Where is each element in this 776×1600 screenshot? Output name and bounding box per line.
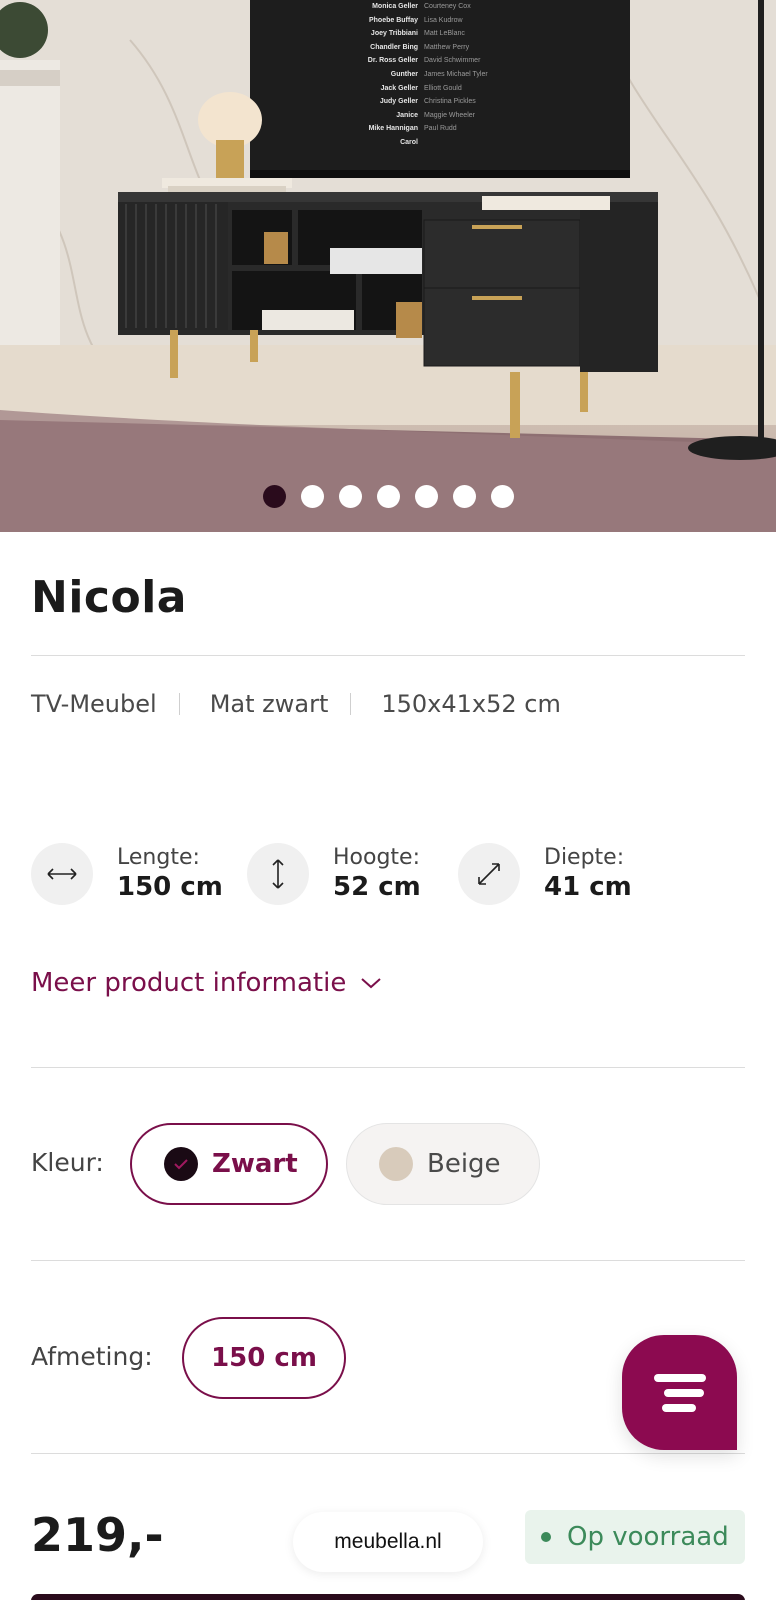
credit-role: Joey Tribbiani (370, 30, 418, 38)
credit-actor: Matt LeBlanc (424, 30, 465, 38)
credit-role: Jack Geller (380, 84, 418, 92)
length-value: 150 cm (117, 872, 223, 902)
credit-actor: Courteney Cox (424, 3, 471, 10)
site-domain: meubella.nl (293, 1512, 483, 1572)
chevron-down-icon (361, 978, 381, 989)
product-title: Nicola (31, 572, 187, 623)
credit-actor: Maggie Wheeler (424, 111, 475, 119)
product-price: 219,- (31, 1508, 164, 1562)
product-image-gallery[interactable]: Monica Geller Courteney Cox Phoebe Buffay… (0, 0, 776, 532)
divider (31, 1453, 745, 1454)
credit-role: Phoebe Buffay (368, 16, 418, 24)
product-specs: TV-Meubel Mat zwart 150x41x52 cm (31, 690, 561, 718)
horizontal-arrows-icon (31, 843, 93, 905)
divider (31, 1067, 745, 1068)
more-product-info-toggle[interactable]: Meer product informatie (31, 968, 382, 998)
length-label: Lengte: (117, 845, 200, 870)
color-swatch (379, 1147, 413, 1181)
stock-badge: Op voorraad (525, 1510, 745, 1564)
credit-role: Gunther (390, 70, 418, 78)
add-to-cart-bar[interactable] (31, 1594, 745, 1600)
height-label: Hoogte: (333, 845, 421, 870)
check-icon (174, 1159, 188, 1170)
gallery-dot-2[interactable] (300, 485, 324, 508)
depth-label: Diepte: (544, 845, 625, 870)
stock-label: Op voorraad (567, 1522, 729, 1552)
color-option-label: Beige (427, 1149, 501, 1179)
credit-actor: Matthew Perry (424, 43, 470, 51)
color-swatch (164, 1147, 198, 1181)
color-option-zwart[interactable]: Zwart (130, 1123, 328, 1205)
color-option-beige[interactable]: Beige (346, 1123, 540, 1205)
spec-separator (350, 693, 352, 715)
credit-role: Monica Geller (372, 3, 418, 10)
dimensions: Lengte: 150 cm Hoogte: 52 cm Diepte: 41 … (31, 843, 751, 905)
gallery-dot-4[interactable] (376, 485, 400, 508)
credit-role: Carol (400, 138, 418, 146)
credit-role: Janice (396, 111, 418, 119)
dimension-length: Lengte: 150 cm (31, 843, 223, 905)
product-finish: Mat zwart (209, 690, 329, 718)
height-value: 52 cm (333, 872, 421, 902)
credit-actor: Lisa Kudrow (424, 16, 463, 24)
credit-actor: Paul Rudd (424, 125, 457, 133)
product-type: TV-Meubel (31, 690, 157, 718)
color-option-label: Zwart (212, 1149, 298, 1179)
credit-actor: David Schwimmer (424, 57, 481, 65)
diagonal-arrows-icon (458, 843, 520, 905)
gallery-dot-1[interactable] (262, 485, 286, 508)
credit-actor: James Michael Tyler (424, 70, 488, 78)
size-label: Afmeting: (31, 1342, 153, 1371)
color-label: Kleur: (31, 1148, 104, 1177)
divider (31, 655, 745, 656)
credit-role: Chandler Bing (370, 43, 418, 51)
gallery-dot-7[interactable] (490, 485, 514, 508)
gallery-dot-3[interactable] (338, 485, 362, 508)
more-product-info-label: Meer product informatie (31, 968, 347, 998)
dimension-height: Hoogte: 52 cm (247, 843, 421, 905)
product-size: 150x41x52 cm (381, 690, 561, 718)
spec-separator (178, 693, 180, 715)
chat-lines-icon (653, 1373, 706, 1412)
depth-value: 41 cm (544, 872, 632, 902)
credit-role: Judy Geller (379, 98, 418, 106)
size-option-150[interactable]: 150 cm (182, 1317, 346, 1399)
vertical-arrows-icon (247, 843, 309, 905)
size-option-label: 150 cm (211, 1343, 317, 1373)
chat-button[interactable] (622, 1335, 737, 1450)
divider (31, 1260, 745, 1261)
stock-dot-icon (541, 1532, 551, 1542)
gallery-dot-6[interactable] (452, 485, 476, 508)
dimension-depth: Diepte: 41 cm (458, 843, 632, 905)
gallery-dot-5[interactable] (414, 485, 438, 508)
gallery-pagination (0, 485, 776, 508)
credit-role: Dr. Ross Geller (367, 57, 418, 65)
credit-role: Mike Hannigan (368, 125, 418, 133)
credit-actor: Christina Pickles (424, 98, 476, 106)
tv-screen-credits: Monica Geller Courteney Cox Phoebe Buffay… (350, 0, 490, 150)
credit-actor: Elliott Gould (424, 84, 462, 92)
site-domain-label: meubella.nl (334, 1530, 442, 1553)
